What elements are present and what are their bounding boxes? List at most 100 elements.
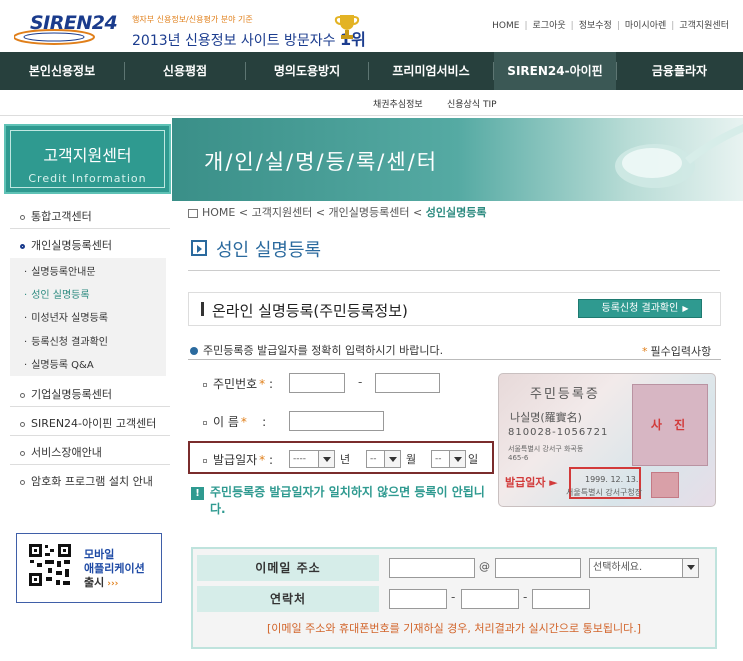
sidebar-item-encryption-install[interactable]: 암호화 프로그램 설치 안내 [20,473,153,489]
play-arrow-icon: ▶ [682,304,689,313]
mobile-line-3-text: 출시 [84,576,105,589]
page-title: 성인 실명등록 [216,240,322,261]
main-nav: 본인신용정보 신용평점 명의도용방지 프리미엄서비스 SIREN24-아이핀 금… [0,52,743,90]
subnav-debt-collection[interactable]: 채권추심정보 [373,97,423,110]
issue-date-label: 발급일자 * : [203,451,273,468]
bullet-icon [20,421,25,427]
sidebar-subitem-adult-registration[interactable]: 성인 실명등록 [24,286,89,301]
issue-month-select[interactable]: -- [366,450,401,468]
nav-finance-plaza[interactable]: 금융플라자 [617,52,742,90]
chevron-down-icon [682,559,698,577]
home-icon [188,208,198,218]
phone-middle-input[interactable] [461,589,519,609]
bullet-icon [20,243,25,249]
breadcrumb-registration-center[interactable]: 개인실명등록센터 [329,206,410,219]
sidebar-item-integrated-support[interactable]: 통합고객센터 [20,208,92,224]
bullet-icon [20,214,25,220]
breadcrumb-support[interactable]: 고객지원센터 [252,206,313,219]
spoon-graphic-icon [615,124,743,188]
bullet-icon [190,347,198,355]
sidebar-item-service-outage[interactable]: 서비스장애안내 [20,444,102,460]
top-link-my-siren[interactable]: 마이시아렌 [625,21,666,31]
section-title: 온라인 실명등록(주민등록정보) [212,302,408,320]
issue-day-select[interactable]: -- [431,450,466,468]
contact-note: [이메일 주소와 휴대폰번호를 기재하실 경우, 처리결과가 실시간으로 통보됩… [266,622,641,635]
email-id-input[interactable] [389,558,475,578]
id-card-number: 810028-1056721 [508,427,609,438]
logo-text: SIREN24 [30,12,118,34]
phone-first-input[interactable] [389,589,447,609]
sidebar-item-ipin-support[interactable]: SIREN24-아이핀 고객센터 [20,415,156,431]
sidebar-item-personal-registration[interactable]: 개인실명등록센터 [20,237,112,253]
id-card-photo-label: 사 진 [650,418,690,432]
chevron-right-icon: ››› [107,579,119,589]
trophy-icon [334,15,360,39]
id-card-address-2: 465-6 [508,454,529,462]
chevron-down-icon [384,451,400,467]
id-card-address-1: 서울특별시 강서구 화곡동 [508,445,584,453]
sidebar-subitem-qna[interactable]: 실명등록 Q&A [24,356,94,371]
id-card-title: 주민등록증 [530,387,600,402]
email-domain-select[interactable]: 선택하세요. [589,558,699,578]
sidebar-item-label: 개인실명등록센터 [31,239,112,252]
id-card-office: 서울특별시 강서구청장 [566,488,643,497]
phone-label: 연락처 [197,586,379,612]
nav-ipin[interactable]: SIREN24-아이핀 [494,52,616,90]
sidebar-item-label: SIREN24-아이핀 고객센터 [31,417,157,430]
sidebar-item-label: 서비스장애안내 [31,446,102,459]
sidebar-item-label: 기업실명등록센터 [31,388,112,401]
sidebar-subtitle: Credit Information [28,172,147,185]
required-note: * 필수입력사항 [642,343,711,359]
rrn-first-input[interactable] [289,373,345,393]
chevron-down-icon [318,451,334,467]
id-card-issue-date: 1999. 12. 13. [585,475,639,484]
warning-text: 주민등록증 발급일자가 일치하지 않으면 등록이 안됩니다. [210,485,485,516]
sidebar-subitem-minor-registration[interactable]: 미성년자 실명등록 [24,309,108,324]
mobile-line-3: 출시 ››› [84,574,118,590]
rrn-label: 주민번호 * : [203,375,273,392]
result-check-label: 등록신청 결과확인 [601,303,679,314]
top-link-support[interactable]: 고객지원센터 [679,21,729,31]
sub-nav: 채권추심정보 신용상식 TIP [0,90,743,116]
breadcrumb-current: 성인실명등록 [425,206,487,219]
rrn-second-input[interactable] [375,373,440,393]
warning-icon: ! [191,487,204,500]
required-note-text: 필수입력사항 [650,345,712,358]
breadcrumb: HOME < 고객지원센터 < 개인실명등록센터 < 성인실명등록 [188,204,486,220]
sidebar-subitem-guide[interactable]: 실명등록안내문 [24,263,95,278]
nav-identity-theft[interactable]: 명의도용방지 [246,52,368,90]
qr-code-icon [28,543,72,587]
name-input[interactable] [289,411,384,431]
top-link-logout[interactable]: 로그아웃 [533,21,566,31]
nav-personal-credit[interactable]: 본인신용정보 [0,52,124,90]
id-card-issue-label: 발급일자 ► [505,476,558,489]
title-arrow-icon [191,240,207,256]
slogan-main-text: 2013년 신용정보 사이트 방문자수 [132,33,336,49]
seal-icon [651,472,679,498]
subnav-credit-tip[interactable]: 신용상식 TIP [447,97,497,110]
slogan-small: 행자부 신용정보/신용평가 분야 기준 [132,15,253,24]
slogan-main: 2013년 신용정보 사이트 방문자수 1위 [132,26,366,50]
bullet-icon [20,450,25,456]
result-check-button[interactable]: 등록신청 결과확인 ▶ [578,299,702,318]
top-link-home[interactable]: HOME [492,21,519,31]
bullet-icon [20,392,25,398]
email-label: 이메일 주소 [197,555,379,581]
name-label: 이 름 * : [203,413,266,430]
sidebar-subitem-result-check[interactable]: 등록신청 결과확인 [24,333,108,348]
notice: 주민등록증 발급일자를 정확히 입력하시기 바랍니다. [190,342,443,358]
email-domain-input[interactable] [495,558,581,578]
chevron-down-icon [449,451,465,467]
breadcrumb-home[interactable]: HOME [202,206,235,219]
phone-last-input[interactable] [532,589,590,609]
required-star-icon: * [642,345,648,358]
id-card-name: 나실명(羅實名) [510,411,582,424]
issue-year-select[interactable]: ---- [289,450,335,468]
banner-title: 개/인/실/명/등/록/센/터 [204,150,439,174]
bullet-icon [20,479,25,485]
notice-text: 주민등록증 발급일자를 정확히 입력하시기 바랍니다. [203,344,444,357]
sidebar-item-corporate-registration[interactable]: 기업실명등록센터 [20,386,112,402]
nav-credit-score[interactable]: 신용평점 [125,52,245,90]
nav-premium[interactable]: 프리미엄서비스 [369,52,493,90]
top-link-edit-info[interactable]: 정보수정 [579,21,612,31]
